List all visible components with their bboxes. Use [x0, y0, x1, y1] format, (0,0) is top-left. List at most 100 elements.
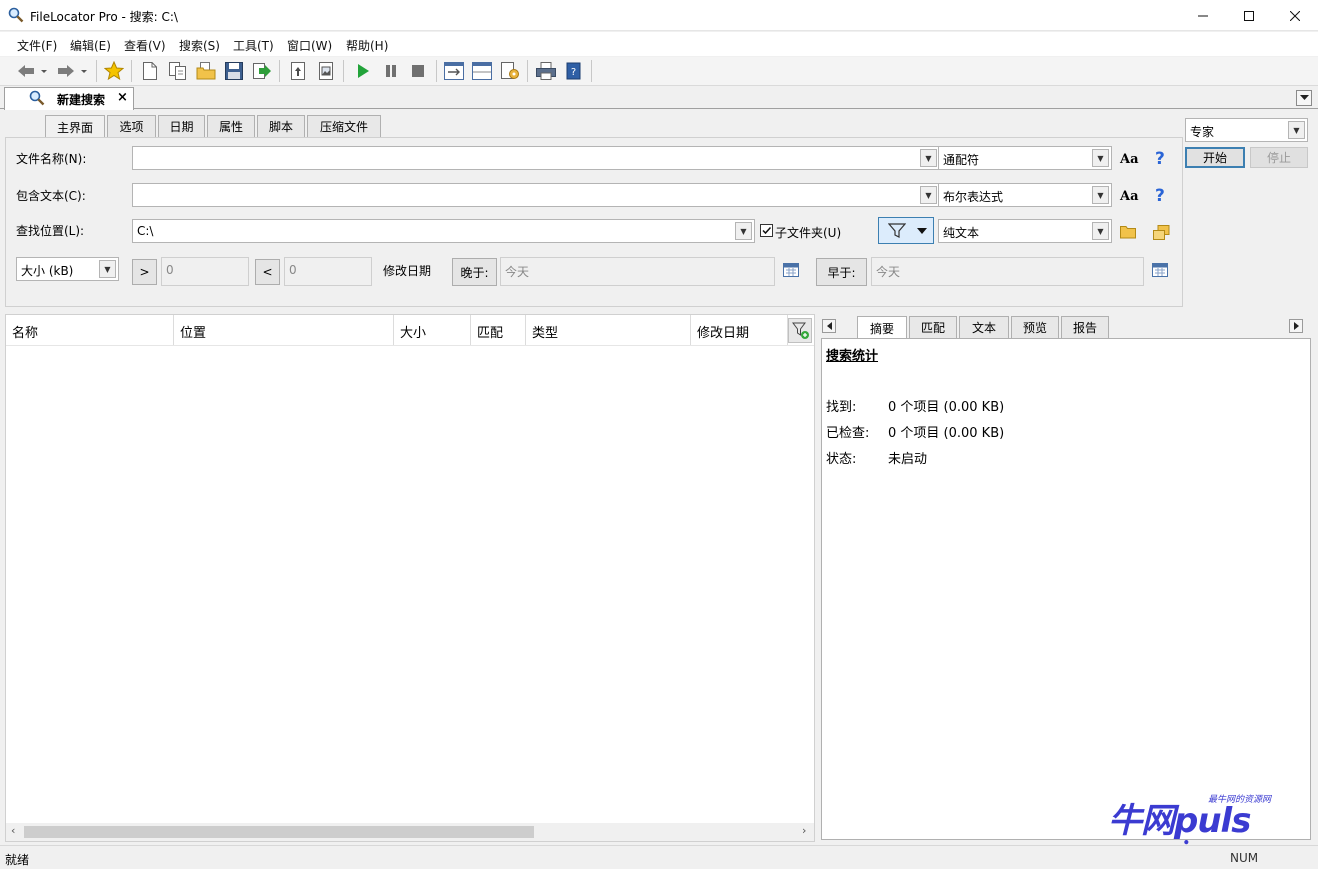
column-header-modified[interactable]: 修改日期 [691, 315, 788, 345]
location-mode-select[interactable]: 纯文本 ▼ [938, 219, 1112, 243]
column-header-type[interactable]: 类型 [526, 315, 691, 345]
print-button[interactable] [535, 60, 557, 82]
close-window-button[interactable] [1272, 0, 1318, 31]
column-header-matches[interactable]: 匹配 [471, 315, 526, 345]
save-button[interactable] [223, 60, 245, 82]
chevron-down-icon[interactable]: ▼ [1092, 149, 1109, 167]
tab-main[interactable]: 主界面 [45, 115, 105, 138]
load-criteria-button[interactable] [287, 60, 309, 82]
tab-attributes[interactable]: 属性 [207, 115, 255, 137]
menu-view[interactable]: 查看(V) [124, 37, 166, 54]
content-help-icon[interactable]: ? [1155, 186, 1165, 206]
tab-report[interactable]: 报告 [1061, 316, 1109, 338]
forward-button[interactable] [54, 60, 90, 82]
minimize-icon [1198, 15, 1208, 16]
column-header-location[interactable]: 位置 [174, 315, 394, 345]
stop-search-button[interactable] [407, 60, 429, 82]
size-less-button[interactable]: < [255, 259, 280, 285]
back-button[interactable] [14, 60, 50, 82]
save-criteria-button[interactable] [315, 60, 337, 82]
settings-button[interactable] [499, 60, 521, 82]
tab-text[interactable]: 文本 [959, 316, 1009, 338]
help-book-button[interactable]: ? [563, 60, 585, 82]
column-filter-button[interactable] [788, 318, 812, 343]
chevron-down-icon[interactable]: ▼ [1092, 222, 1109, 240]
calendar-icon[interactable] [783, 262, 800, 278]
chevron-down-icon[interactable]: ▼ [1092, 186, 1109, 204]
location-input[interactable]: C:\ ▼ [132, 219, 755, 243]
filter-dropdown-button[interactable] [878, 217, 934, 244]
subfolders-label[interactable]: 子文件夹(U) [775, 224, 841, 241]
menu-file[interactable]: 文件(F) [17, 37, 57, 54]
size-unit-select[interactable]: 大小 (kB) ▼ [16, 257, 119, 281]
layout-button-2[interactable] [471, 60, 493, 82]
toolbar: ? [0, 57, 1318, 86]
after-date-button[interactable]: 晚于: [452, 258, 497, 286]
scrollbar-thumb[interactable] [24, 826, 534, 838]
menu-help[interactable]: 帮助(H) [346, 37, 388, 54]
tab-scroll-right-button[interactable] [1289, 319, 1303, 333]
doc-tab-new-search[interactable]: 新建搜索 × [4, 87, 134, 110]
tab-preview[interactable]: 预览 [1011, 316, 1059, 338]
size-max-input[interactable]: 0 [284, 257, 372, 286]
before-date-button[interactable]: 早于: [816, 258, 867, 286]
open-button[interactable] [195, 60, 217, 82]
checked-label: 已检查: [826, 426, 870, 441]
favorites-button[interactable] [103, 60, 125, 82]
menu-window[interactable]: 窗口(W) [287, 37, 332, 54]
size-greater-button[interactable]: > [132, 259, 157, 285]
toolbar-separator [343, 60, 344, 82]
start-search-button[interactable] [352, 60, 374, 82]
menu-tools[interactable]: 工具(T) [233, 37, 274, 54]
chevron-down-icon[interactable]: ▼ [920, 186, 937, 204]
scroll-right-icon[interactable]: › [802, 824, 806, 837]
scroll-left-icon[interactable]: ‹ [11, 824, 15, 837]
tab-options[interactable]: 选项 [107, 115, 156, 137]
split-window-icon [472, 62, 492, 80]
chevron-down-icon[interactable]: ▼ [99, 260, 116, 278]
results-list[interactable]: 名称 位置 大小 匹配 类型 修改日期 ‹ › [5, 314, 815, 842]
content-case-icon[interactable]: Aa [1120, 189, 1139, 204]
column-header-size[interactable]: 大小 [394, 315, 471, 345]
size-min-input[interactable]: 0 [161, 257, 249, 286]
chevron-down-icon[interactable]: ▼ [920, 149, 937, 167]
column-header-name[interactable]: 名称 [6, 315, 174, 345]
chevron-down-icon[interactable]: ▼ [1288, 121, 1305, 139]
minimize-button[interactable] [1180, 0, 1226, 31]
tab-scroll-left-button[interactable] [822, 319, 836, 333]
browse-folder-icon[interactable] [1120, 225, 1138, 239]
tab-list-dropdown[interactable] [1296, 90, 1312, 106]
tab-archive[interactable]: 压缩文件 [307, 115, 381, 137]
start-button[interactable]: 开始 [1185, 147, 1245, 168]
subfolders-checkbox[interactable] [760, 224, 773, 237]
export-button[interactable] [251, 60, 273, 82]
doc-tab-close-icon[interactable]: × [117, 90, 128, 105]
tab-summary[interactable]: 摘要 [857, 316, 907, 339]
tab-matches[interactable]: 匹配 [909, 316, 957, 338]
folder-options-icon[interactable] [1153, 225, 1171, 241]
maximize-button[interactable] [1226, 0, 1272, 31]
content-input[interactable]: ▼ [132, 183, 940, 207]
magnifier-app-icon [8, 7, 24, 23]
before-date-input[interactable]: 今天 [871, 257, 1144, 286]
menu-search[interactable]: 搜索(S) [179, 37, 220, 54]
calendar-icon[interactable] [1152, 262, 1169, 278]
tab-date[interactable]: 日期 [158, 115, 205, 137]
content-mode-select[interactable]: 布尔表达式 ▼ [938, 183, 1112, 207]
chevron-down-icon[interactable]: ▼ [735, 222, 752, 240]
horizontal-scrollbar[interactable]: ‹ › [6, 823, 814, 841]
new-button[interactable] [139, 60, 161, 82]
header-divider [6, 345, 814, 346]
copy-search-button[interactable] [167, 60, 189, 82]
stop-button[interactable]: 停止 [1250, 147, 1308, 168]
pause-search-button[interactable] [380, 60, 402, 82]
filename-help-icon[interactable]: ? [1155, 149, 1165, 169]
filename-mode-select[interactable]: 通配符 ▼ [938, 146, 1112, 170]
profile-mode-select[interactable]: 专家 ▼ [1185, 118, 1308, 142]
after-date-input[interactable]: 今天 [500, 257, 775, 286]
menu-edit[interactable]: 编辑(E) [70, 37, 111, 54]
filename-case-icon[interactable]: Aa [1120, 152, 1139, 167]
filename-input[interactable]: ▼ [132, 146, 940, 170]
layout-button-1[interactable] [443, 60, 465, 82]
tab-script[interactable]: 脚本 [257, 115, 305, 137]
